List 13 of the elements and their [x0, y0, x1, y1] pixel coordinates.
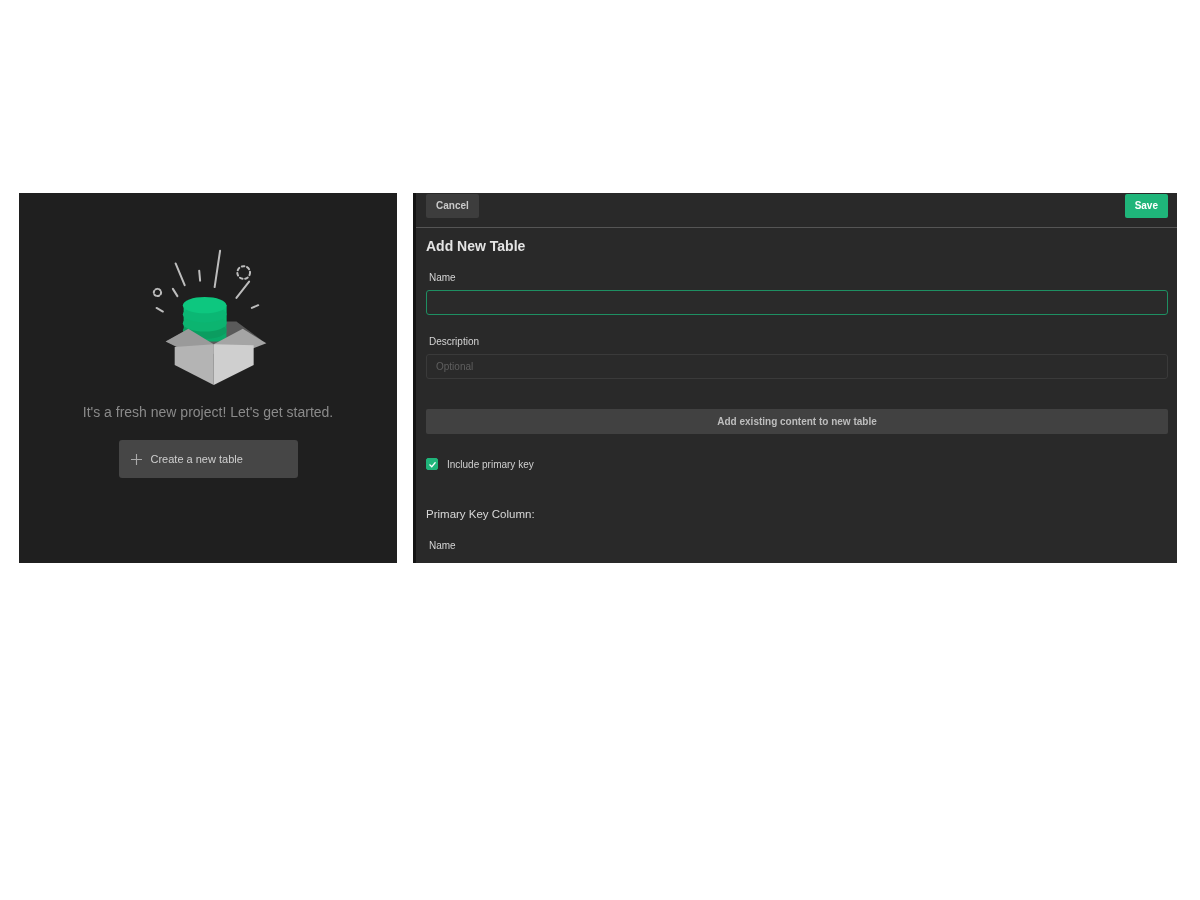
field-label: Name: [429, 272, 457, 283]
form-title: Add New Table: [426, 238, 527, 254]
checkbox[interactable]: [426, 458, 438, 470]
add-existing-content-button[interactable]: Add existing content to new table: [426, 409, 1168, 434]
section-title: Primary Key Column:: [426, 508, 536, 520]
plus-icon: [130, 453, 142, 465]
cancel-button[interactable]: Cancel: [426, 193, 479, 218]
field-label: Name: [429, 540, 457, 551]
empty-state-message: It's a fresh new project! Let's get started.: [82, 404, 334, 420]
field-label: Description: [429, 336, 481, 347]
create-table-button[interactable]: Create a new table: [118, 440, 298, 478]
name-input[interactable]: [426, 290, 1168, 315]
checkbox-label: Include primary key: [447, 458, 534, 470]
